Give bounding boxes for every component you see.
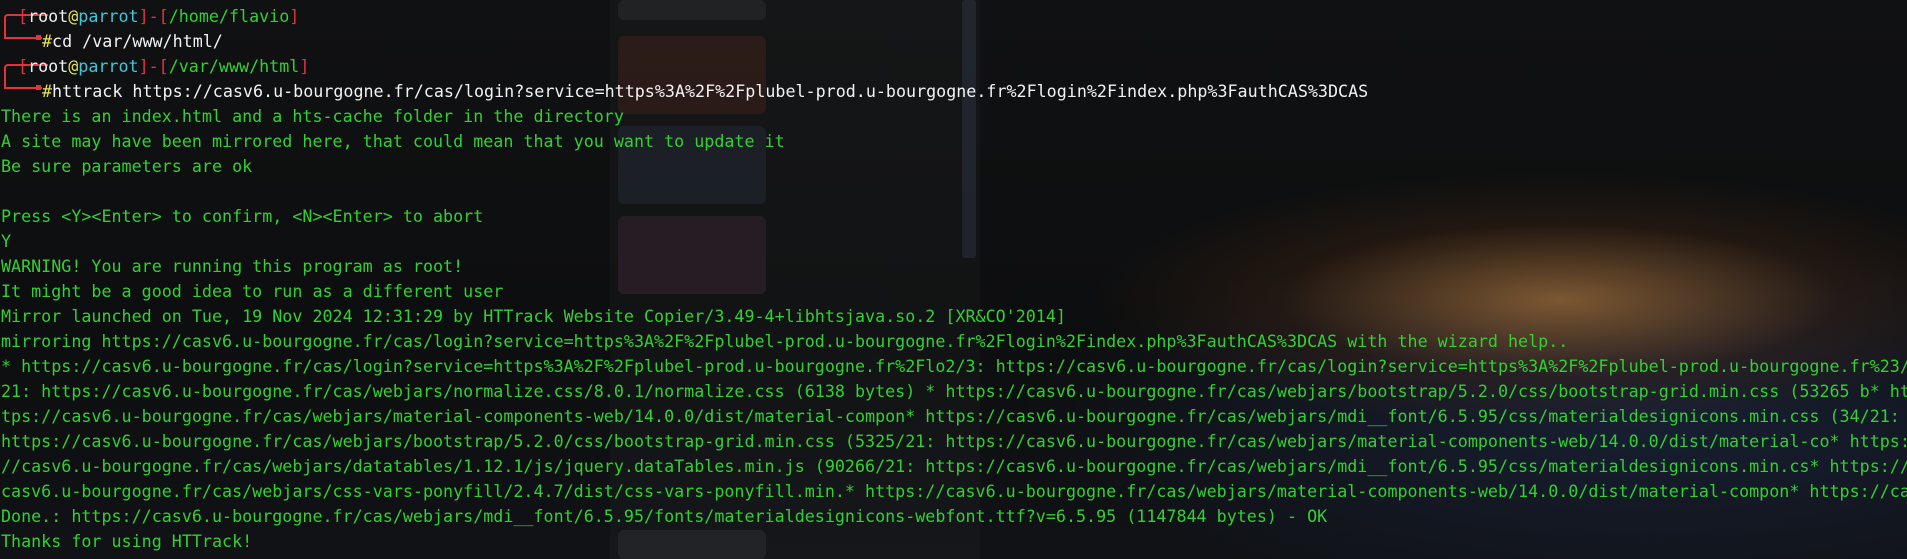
output-line: tps://casv6.u-bourgogne.fr/cas/webjars/m… <box>1 406 1900 426</box>
output-line: //casv6.u-bourgogne.fr/cas/webjars/datat… <box>1 456 1907 476</box>
output-line: * https://casv6.u-bourgogne.fr/cas/login… <box>1 356 1907 376</box>
prompt-at: @ <box>68 56 79 76</box>
prompt-header: [root@parrot]-[/var/www/html] <box>18 56 310 76</box>
command-text: cd /var/www/html/ <box>52 31 223 51</box>
output-line: https://casv6.u-bourgogne.fr/cas/webjars… <box>1 431 1907 451</box>
output-line: Y <box>1 231 12 251</box>
prompt-command-line: #httrack https://casv6.u-bourgogne.fr/ca… <box>42 79 1368 104</box>
prompt-hash: # <box>42 81 53 101</box>
prompt-arrow <box>36 35 41 40</box>
output-line: It might be a good idea to run as a diff… <box>1 281 504 301</box>
output-line: casv6.u-bourgogne.fr/cas/webjars/css-var… <box>1 481 1907 501</box>
output-line: Done.: https://casv6.u-bourgogne.fr/cas/… <box>1 506 1328 526</box>
prompt-header: [root@parrot]-[/home/flavio] <box>18 6 300 26</box>
prompt-host: parrot <box>78 6 139 26</box>
prompt-path: /var/www/html <box>168 56 300 76</box>
output-line: Mirror launched on Tue, 19 Nov 2024 12:3… <box>1 306 1066 326</box>
prompt-host: parrot <box>78 56 139 76</box>
output-line: Thanks for using HTTrack! <box>1 531 253 551</box>
output-line: There is an index.html and a hts-cache f… <box>1 106 624 126</box>
prompt-arrow <box>36 85 41 90</box>
output-line: Be sure parameters are ok <box>1 156 253 176</box>
output-line: WARNING! You are running this program as… <box>1 256 464 276</box>
output-line: 21: https://casv6.u-bourgogne.fr/cas/web… <box>1 381 1907 401</box>
command-text: httrack https://casv6.u-bourgogne.fr/cas… <box>52 81 1369 101</box>
output-line: Press <Y><Enter> to confirm, <N><Enter> … <box>1 206 484 226</box>
terminal-window[interactable]: [root@parrot]-[/home/flavio] #cd /var/ww… <box>0 4 1907 559</box>
prompt-at: @ <box>68 6 79 26</box>
prompt-hash: # <box>42 31 53 51</box>
prompt-command-line: #cd /var/www/html/ <box>42 29 223 54</box>
output-line: mirroring https://casv6.u-bourgogne.fr/c… <box>1 331 1569 351</box>
prompt-path: /home/flavio <box>168 6 290 26</box>
output-line: A site may have been mirrored here, that… <box>1 131 785 151</box>
